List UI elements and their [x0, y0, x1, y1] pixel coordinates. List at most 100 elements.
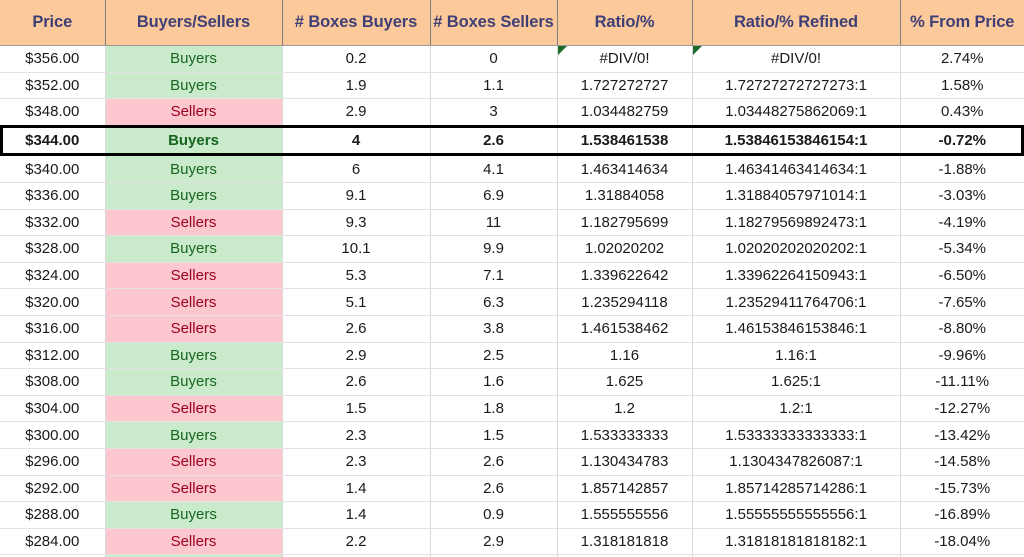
cell-boxes-buyers[interactable]: 2.2: [282, 528, 431, 556]
cell-percent-from-price[interactable]: -0.72%: [900, 124, 1024, 157]
cell-ratio-refined[interactable]: 1.2:1: [692, 395, 901, 423]
cell-buyers-sellers[interactable]: Sellers: [105, 475, 283, 503]
cell-price[interactable]: $332.00: [0, 209, 106, 237]
cell-ratio-refined[interactable]: 1.46153846153846:1: [692, 315, 901, 343]
cell-boxes-buyers[interactable]: 0.2: [282, 45, 431, 73]
cell-ratio-percent[interactable]: 1.538461538: [557, 124, 693, 157]
cell-buyers-sellers[interactable]: Sellers: [105, 395, 283, 423]
cell-buyers-sellers[interactable]: Buyers: [105, 368, 283, 396]
cell-boxes-sellers[interactable]: 6.9: [430, 182, 558, 210]
table-row[interactable]: $316.00 Sellers 2.6 3.8 1.461538462 1.4615384…: [0, 315, 1024, 343]
cell-ratio-refined[interactable]: 1.53846153846154:1: [692, 124, 901, 157]
table-row[interactable]: $296.00 Sellers 2.3 2.6 1.130434783 1.1304347…: [0, 448, 1024, 476]
cell-buyers-sellers[interactable]: Buyers: [105, 124, 283, 157]
cell-buyers-sellers[interactable]: Sellers: [105, 262, 283, 290]
cell-boxes-sellers[interactable]: 0: [430, 45, 558, 73]
cell-boxes-buyers[interactable]: 2.9: [282, 98, 431, 127]
cell-percent-from-price[interactable]: -4.19%: [900, 209, 1024, 237]
cell-boxes-sellers[interactable]: 1.1: [430, 72, 558, 100]
cell-price[interactable]: $336.00: [0, 182, 106, 210]
cell-ratio-refined[interactable]: 1.03448275862069:1: [692, 98, 901, 127]
cell-percent-from-price[interactable]: 2.74%: [900, 45, 1024, 73]
cell-buyers-sellers[interactable]: Sellers: [105, 315, 283, 343]
cell-boxes-buyers[interactable]: 2.3: [282, 448, 431, 476]
cell-price[interactable]: $316.00: [0, 315, 106, 343]
cell-percent-from-price[interactable]: -11.11%: [900, 368, 1024, 396]
cell-price[interactable]: $308.00: [0, 368, 106, 396]
cell-price[interactable]: $284.00: [0, 528, 106, 556]
cell-ratio-refined[interactable]: 1.55555555555556:1: [692, 501, 901, 529]
cell-buyers-sellers[interactable]: Buyers: [105, 421, 283, 449]
cell-ratio-refined[interactable]: 1.23529411764706:1: [692, 288, 901, 316]
cell-ratio-refined[interactable]: 1.625:1: [692, 368, 901, 396]
cell-boxes-buyers[interactable]: 4: [282, 124, 431, 157]
cell-boxes-buyers[interactable]: 5.1: [282, 288, 431, 316]
cell-buyers-sellers[interactable]: Buyers: [105, 72, 283, 100]
cell-boxes-sellers[interactable]: 3: [430, 98, 558, 127]
cell-ratio-refined[interactable]: 1.16:1: [692, 342, 901, 370]
cell-ratio-refined[interactable]: 1.02020202020202:1: [692, 235, 901, 263]
table-row[interactable]: $292.00 Sellers 1.4 2.6 1.857142857 1.8571428…: [0, 475, 1024, 503]
column-header-boxes-buyers[interactable]: # Boxes Buyers: [282, 0, 431, 46]
cell-percent-from-price[interactable]: -13.42%: [900, 421, 1024, 449]
cell-boxes-buyers[interactable]: 1.4: [282, 475, 431, 503]
table-row[interactable]: $352.00 Buyers 1.9 1.1 1.727272727 1.72727272…: [0, 72, 1024, 100]
cell-percent-from-price[interactable]: -18.04%: [900, 528, 1024, 556]
cell-ratio-percent[interactable]: 1.2: [557, 395, 693, 423]
cell-boxes-buyers[interactable]: 9.3: [282, 209, 431, 237]
cell-percent-from-price[interactable]: -12.27%: [900, 395, 1024, 423]
table-row[interactable]: $332.00 Sellers 9.3 11 1.182795699 1.18279569…: [0, 209, 1024, 237]
cell-ratio-refined[interactable]: 1.18279569892473:1: [692, 209, 901, 237]
cell-boxes-sellers[interactable]: 2.6: [430, 448, 558, 476]
cell-boxes-sellers[interactable]: 2.6: [430, 475, 558, 503]
column-header-percent-from-price[interactable]: % From Price: [900, 0, 1024, 46]
cell-boxes-buyers[interactable]: 6: [282, 154, 431, 183]
table-row[interactable]: $284.00 Sellers 2.2 2.9 1.318181818 1.3181818…: [0, 528, 1024, 556]
cell-price[interactable]: $300.00: [0, 421, 106, 449]
cell-ratio-refined[interactable]: 1.72727272727273:1: [692, 72, 901, 100]
cell-ratio-percent[interactable]: 1.235294118: [557, 288, 693, 316]
cell-boxes-sellers[interactable]: 6.3: [430, 288, 558, 316]
table-row[interactable]: $336.00 Buyers 9.1 6.9 1.31884058 1.318840579…: [0, 182, 1024, 210]
cell-boxes-buyers[interactable]: 2.3: [282, 421, 431, 449]
cell-boxes-sellers[interactable]: 7.1: [430, 262, 558, 290]
cell-price[interactable]: $344.00: [0, 124, 106, 157]
column-header-boxes-sellers[interactable]: # Boxes Sellers: [430, 0, 558, 46]
table-row[interactable]: $308.00 Buyers 2.6 1.6 1.625 1.625:1 -11.11%: [0, 368, 1024, 396]
cell-ratio-percent[interactable]: 1.857142857: [557, 475, 693, 503]
cell-boxes-sellers[interactable]: 0.9: [430, 501, 558, 529]
cell-ratio-refined[interactable]: 1.46341463414634:1: [692, 154, 901, 183]
table-row[interactable]: $328.00 Buyers 10.1 9.9 1.02020202 1.02020202…: [0, 235, 1024, 263]
cell-percent-from-price[interactable]: -14.58%: [900, 448, 1024, 476]
table-row[interactable]: $312.00 Buyers 2.9 2.5 1.16 1.16:1 -9.96%: [0, 342, 1024, 370]
cell-ratio-refined[interactable]: 1.31818181818182:1: [692, 528, 901, 556]
cell-boxes-buyers[interactable]: 10.1: [282, 235, 431, 263]
cell-ratio-percent[interactable]: 1.182795699: [557, 209, 693, 237]
column-header-price[interactable]: Price: [0, 0, 106, 46]
cell-ratio-percent[interactable]: 1.533333333: [557, 421, 693, 449]
cell-price[interactable]: $324.00: [0, 262, 106, 290]
cell-price[interactable]: $340.00: [0, 154, 106, 183]
cell-buyers-sellers[interactable]: Sellers: [105, 448, 283, 476]
cell-ratio-percent[interactable]: 1.625: [557, 368, 693, 396]
cell-price[interactable]: $304.00: [0, 395, 106, 423]
cell-ratio-percent[interactable]: 1.555555556: [557, 501, 693, 529]
cell-percent-from-price[interactable]: -5.34%: [900, 235, 1024, 263]
cell-buyers-sellers[interactable]: Buyers: [105, 501, 283, 529]
cell-boxes-buyers[interactable]: 9.1: [282, 182, 431, 210]
cell-percent-from-price[interactable]: -8.80%: [900, 315, 1024, 343]
cell-ratio-percent[interactable]: 1.463414634: [557, 154, 693, 183]
table-row[interactable]: $304.00 Sellers 1.5 1.8 1.2 1.2:1 -12.27%: [0, 395, 1024, 423]
cell-ratio-percent[interactable]: #DIV/0!: [557, 45, 693, 73]
cell-ratio-percent[interactable]: 1.461538462: [557, 315, 693, 343]
cell-ratio-percent[interactable]: 1.02020202: [557, 235, 693, 263]
cell-ratio-refined[interactable]: 1.31884057971014:1: [692, 182, 901, 210]
cell-boxes-sellers[interactable]: 1.6: [430, 368, 558, 396]
cell-percent-from-price[interactable]: -3.03%: [900, 182, 1024, 210]
column-header-buyers-sellers[interactable]: Buyers/Sellers: [105, 0, 283, 46]
column-header-ratio-percent-refined[interactable]: Ratio/% Refined: [692, 0, 901, 46]
cell-buyers-sellers[interactable]: Buyers: [105, 235, 283, 263]
cell-percent-from-price[interactable]: -7.65%: [900, 288, 1024, 316]
cell-boxes-sellers[interactable]: 1.5: [430, 421, 558, 449]
cell-ratio-percent[interactable]: 1.727272727: [557, 72, 693, 100]
